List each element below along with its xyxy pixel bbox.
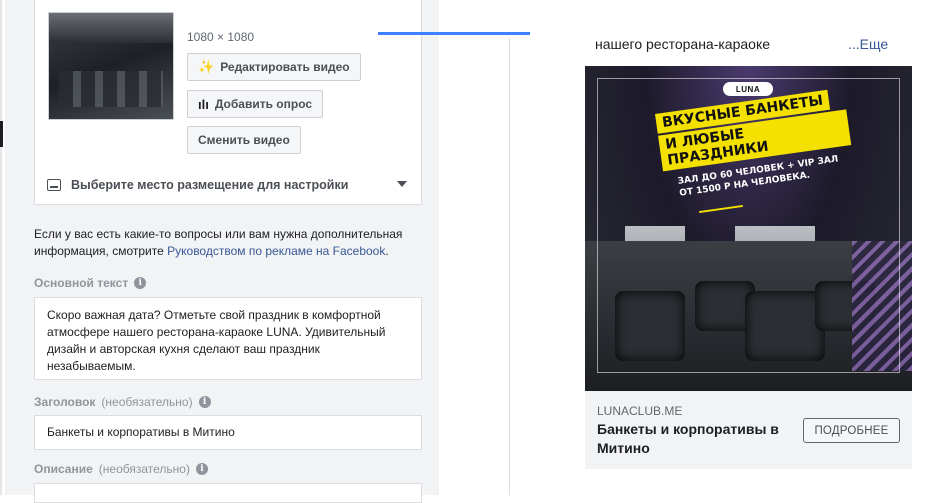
headline-label: Заголовок (необязательно) i: [34, 395, 211, 409]
headline-optional: (необязательно): [101, 395, 193, 409]
video-thumbnail[interactable]: [48, 12, 174, 120]
primary-text-label: Основной текст i: [34, 276, 147, 290]
scroll-indicator[interactable]: [0, 121, 3, 147]
headline-field[interactable]: Банкеты и корпоративы в Митино: [34, 415, 422, 450]
add-poll-button[interactable]: ılı Добавить опрос: [187, 90, 324, 118]
ad-domain: LUNACLUB.ME: [597, 404, 683, 418]
ad-creative-image[interactable]: LUNA ВКУСНЫЕ БАНКЕТЫ И ЛЮБЫЕ ПРАЗДНИКИ З…: [585, 66, 912, 391]
change-video-label: Сменить видео: [198, 133, 290, 147]
ad-headline[interactable]: Банкеты и корпоративы в Митино: [597, 420, 797, 458]
info-icon[interactable]: i: [198, 396, 211, 408]
preview-body-text: нашего ресторана-караоке: [595, 36, 771, 52]
window-edge: [0, 0, 2, 495]
primary-text-label-text: Основной текст: [34, 276, 129, 290]
luna-logo: LUNA: [723, 82, 773, 96]
ads-guide-link[interactable]: Руководством по рекламе на Facebook: [167, 244, 385, 258]
info-icon[interactable]: i: [134, 277, 147, 289]
placement-select[interactable]: Выберите место размещение для настройки: [34, 166, 422, 205]
placement-label: Выберите место размещение для настройки: [71, 178, 349, 192]
poll-chart-icon: ılı: [198, 96, 209, 112]
placement-icon: [47, 179, 61, 191]
help-text: Если у вас есть какие-то вопросы или вам…: [34, 226, 426, 260]
see-more-link[interactable]: ...Еще: [848, 36, 888, 52]
video-size: 1080 × 1080: [187, 30, 255, 44]
magic-wand-icon: ✨: [198, 59, 215, 74]
edit-video-button[interactable]: ✨ Редактировать видео: [187, 53, 361, 81]
learn-more-button[interactable]: ПОДРОБНЕЕ: [803, 418, 900, 443]
description-field[interactable]: [34, 483, 422, 503]
edit-video-label: Редактировать видео: [220, 60, 350, 74]
help-text-suffix: .: [385, 244, 389, 258]
description-label-text: Описание: [34, 462, 93, 476]
description-label: Описание (необязательно) i: [34, 462, 208, 476]
active-tab-indicator: [378, 32, 530, 35]
info-icon[interactable]: i: [195, 463, 208, 475]
chevron-down-icon: [397, 181, 407, 187]
headline-label-text: Заголовок: [34, 395, 96, 409]
add-poll-label: Добавить опрос: [214, 97, 313, 111]
description-optional: (необязательно): [98, 462, 190, 476]
primary-text-field[interactable]: Скоро важная дата? Отметьте свой праздни…: [34, 297, 422, 380]
change-video-button[interactable]: Сменить видео: [187, 126, 301, 154]
